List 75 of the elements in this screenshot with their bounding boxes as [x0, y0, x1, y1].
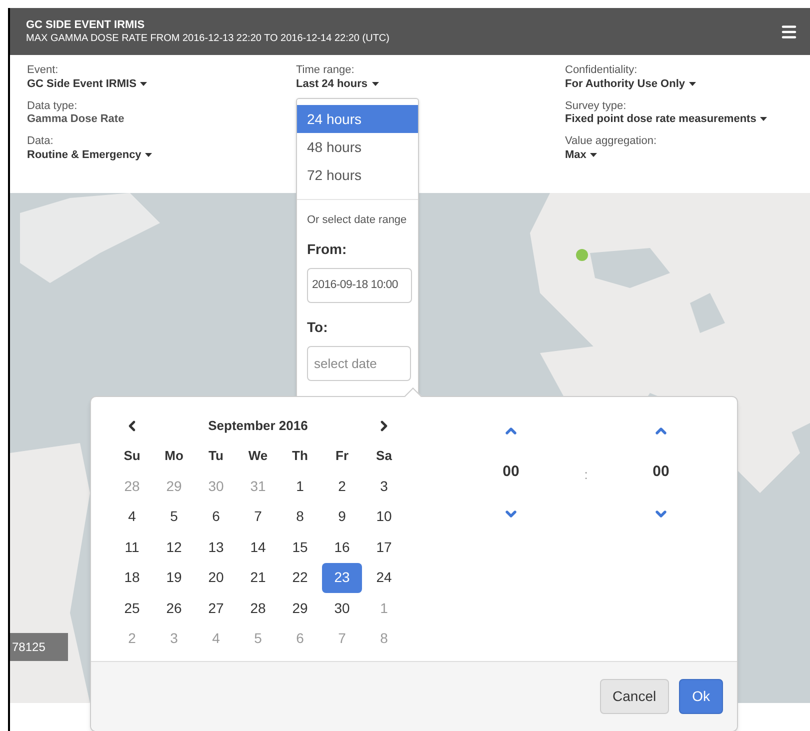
- calendar-day[interactable]: 4: [112, 502, 152, 532]
- filter-dropdown[interactable]: Max: [565, 148, 598, 162]
- calendar-day[interactable]: 28: [238, 593, 278, 624]
- caret-icon: [689, 82, 696, 86]
- weekday-label: Th: [291, 447, 309, 465]
- calendar-day[interactable]: 1: [280, 471, 320, 502]
- filter-label: Survey type:: [565, 100, 626, 114]
- filter-dropdown[interactable]: GC Side Event IRMIS: [27, 78, 148, 92]
- report-subtitle: MAX GAMMA DOSE RATE FROM 2016-12-13 22:20 TO 2016-12-14 22:20 (UTC): [26, 34, 390, 44]
- to-field[interactable]: select date: [307, 346, 411, 380]
- filter-label: Value aggregation:: [565, 135, 657, 149]
- caret-icon: [372, 82, 379, 86]
- filter-dropdown[interactable]: Last 24 hours: [296, 78, 379, 92]
- calendar-day[interactable]: 22: [280, 562, 320, 593]
- calendar-day[interactable]: 12: [154, 532, 194, 562]
- calendar-day[interactable]: 30: [322, 593, 362, 624]
- calendar-day[interactable]: 19: [154, 562, 194, 593]
- from-field[interactable]: 2016-09-18 10:00: [307, 268, 412, 302]
- report-title: GC SIDE EVENT IRMIS: [26, 20, 146, 30]
- caret-icon: [590, 152, 598, 157]
- minute-value: 00: [652, 462, 670, 482]
- caret-icon: [145, 152, 152, 157]
- calendar-day[interactable]: 6: [196, 502, 236, 532]
- calendar-day[interactable]: 20: [196, 562, 236, 593]
- weekday-label: Su: [122, 447, 142, 465]
- calendar-day[interactable]: 26: [154, 593, 194, 624]
- weekday-label: Fr: [334, 447, 350, 465]
- calendar-day[interactable]: 21: [238, 562, 278, 593]
- menu-option[interactable]: 48 hours: [297, 133, 418, 161]
- calendar-day[interactable]: 11: [112, 532, 152, 562]
- hour-value: 00: [502, 462, 520, 482]
- weekday-label: Mo: [164, 447, 184, 465]
- weekday-label: Sa: [375, 447, 393, 465]
- calendar-day[interactable]: 16: [322, 532, 362, 562]
- calendar-day[interactable]: 13: [196, 532, 236, 562]
- calendar-day[interactable]: 5: [154, 502, 194, 532]
- menu-icon[interactable]: [780, 22, 798, 40]
- ok-button[interactable]: Ok: [679, 679, 723, 714]
- weekday-label: We: [247, 447, 269, 465]
- filter-dropdown[interactable]: Fixed point dose rate measurements: [565, 113, 768, 127]
- calendar-day[interactable]: 18: [112, 562, 152, 593]
- caret-icon: [140, 82, 148, 86]
- calendar-day[interactable]: 25: [112, 593, 152, 624]
- calendar-day[interactable]: 2: [322, 471, 362, 502]
- calendar-day[interactable]: 8: [280, 502, 320, 532]
- caret-icon: [760, 117, 768, 122]
- calendar-day[interactable]: 23: [322, 562, 362, 593]
- calendar-day[interactable]: 9: [322, 502, 362, 532]
- to-label: To:: [307, 318, 328, 336]
- menu-option[interactable]: 24 hours: [297, 105, 418, 133]
- calendar-day[interactable]: 10: [364, 502, 404, 532]
- calendar-day[interactable]: 7: [238, 502, 278, 532]
- calendar-day[interactable]: 14: [238, 532, 278, 562]
- weekday-label: Tu: [208, 447, 224, 465]
- filter-label: Time range:: [296, 64, 354, 78]
- month-title: September 2016: [207, 417, 309, 435]
- filter-dropdown[interactable]: For Authority Use Only: [565, 78, 696, 92]
- cancel-button[interactable]: Cancel: [600, 679, 670, 714]
- calendar-day[interactable]: 24: [364, 562, 404, 593]
- filter-label: Data:: [27, 135, 54, 149]
- time-separator: :: [584, 466, 588, 484]
- from-label: From:: [307, 240, 347, 258]
- filter-dropdown[interactable]: Routine & Emergency: [27, 148, 152, 162]
- calendar-day[interactable]: 17: [364, 532, 404, 562]
- range-hint: Or select date range: [307, 213, 407, 228]
- filter-value: Gamma Dose Rate: [27, 113, 124, 127]
- calendar-day[interactable]: 29: [280, 593, 320, 624]
- calendar-day[interactable]: 27: [196, 593, 236, 624]
- map-legend: 78125: [10, 633, 68, 661]
- filter-label: Event:: [27, 64, 58, 78]
- calendar-day[interactable]: 15: [280, 532, 320, 562]
- calendar-day[interactable]: 3: [364, 471, 404, 502]
- menu-option[interactable]: 72 hours: [297, 161, 418, 189]
- filter-label: Data type:: [27, 100, 78, 114]
- filter-label: Confidentiality:: [565, 64, 638, 78]
